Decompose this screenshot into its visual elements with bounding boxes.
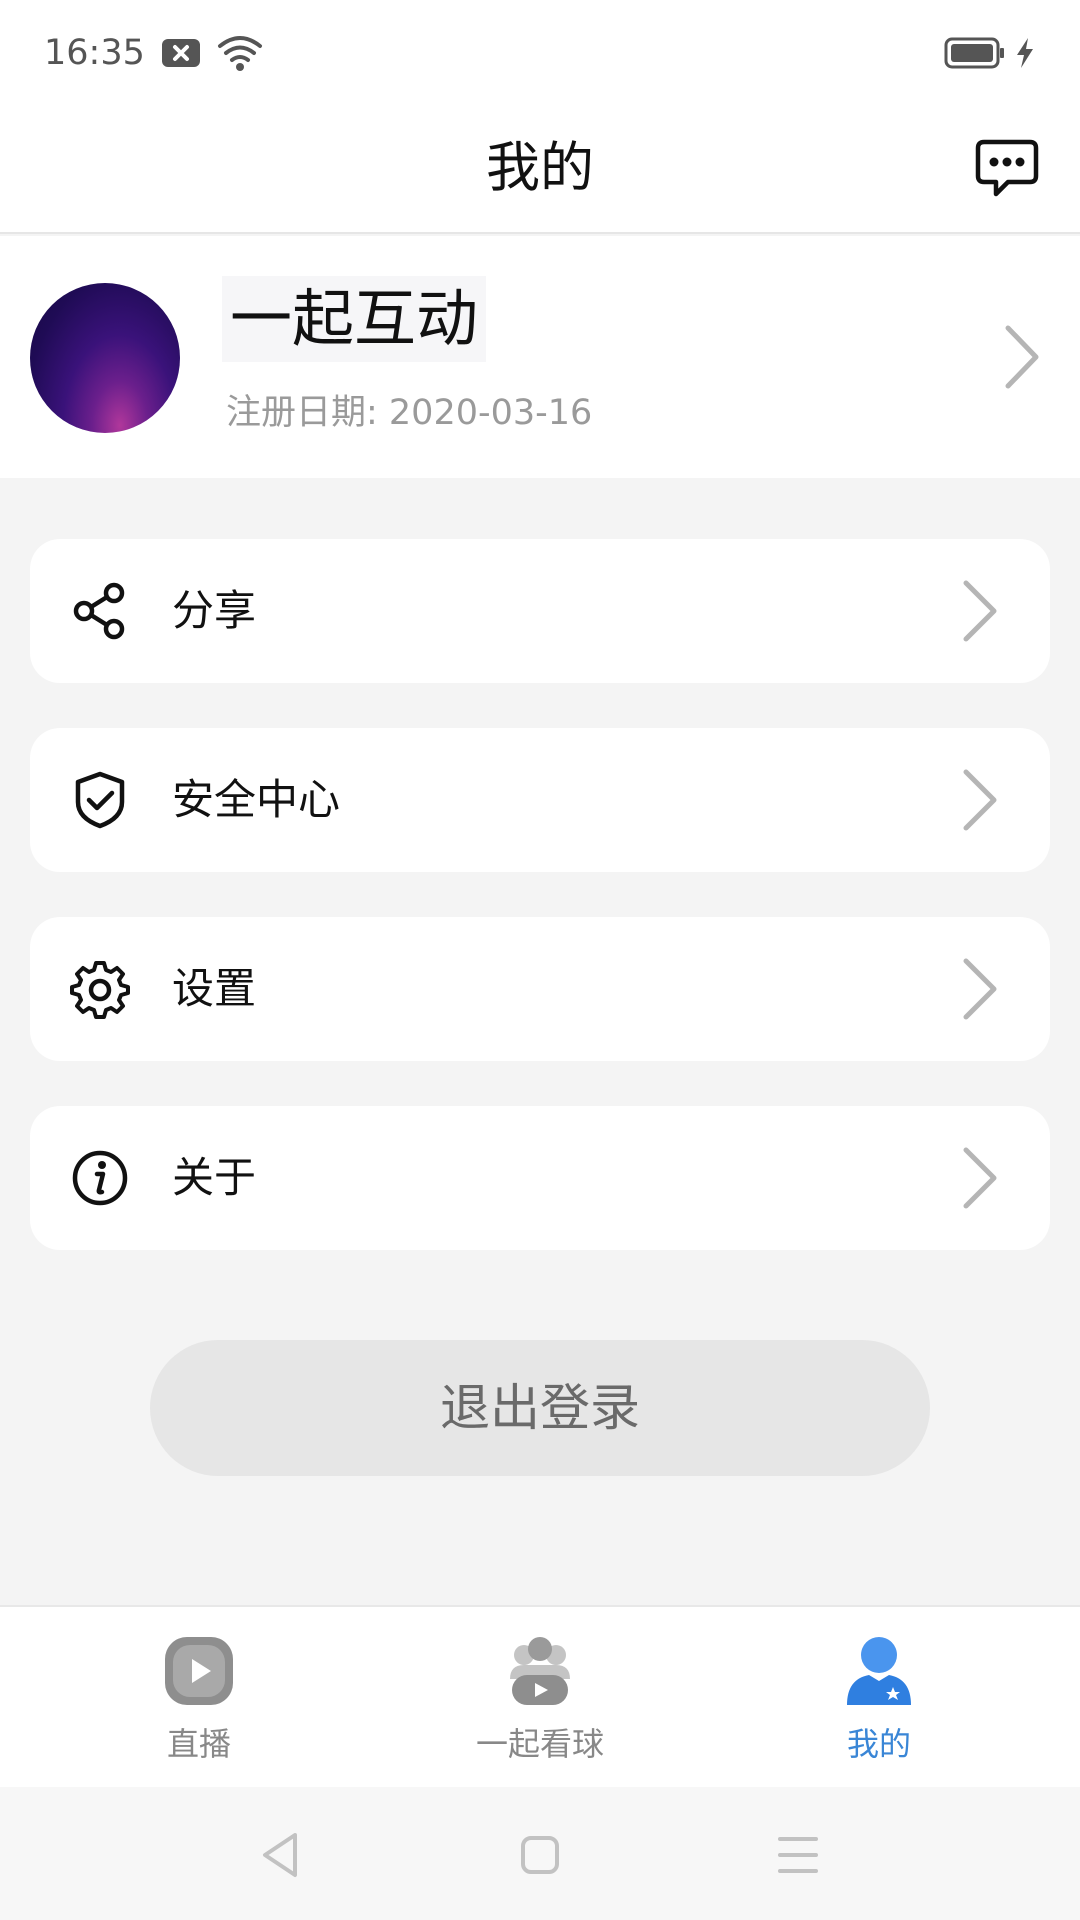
menu-icon[interactable] <box>768 1825 828 1885</box>
group-watch-icon <box>510 1637 570 1705</box>
menu-item-about[interactable]: 关于 <box>30 1106 1050 1250</box>
logout-button[interactable]: 退出登录 <box>150 1340 930 1476</box>
back-icon[interactable] <box>251 1825 311 1885</box>
menu-item-security[interactable]: 安全中心 <box>30 728 1050 872</box>
screen: 16:35 我的 一起互动 注册日期: 2020-03-16 分享 安全中心 设… <box>0 0 1080 1920</box>
message-icon[interactable] <box>974 134 1040 200</box>
nav-label: 我的 <box>846 1725 911 1763</box>
menu-item-label: 关于 <box>172 1153 257 1202</box>
share-icon <box>73 582 125 640</box>
info-icon <box>72 1150 128 1206</box>
charging-icon <box>1017 38 1033 68</box>
shield-icon <box>75 771 125 829</box>
menu-item-settings[interactable]: 设置 <box>30 917 1050 1061</box>
gear-icon <box>70 961 130 1019</box>
register-date: 注册日期: 2020-03-16 <box>226 393 593 433</box>
chevron-right-icon <box>963 1147 997 1209</box>
nav-item-mine[interactable]: 我的 <box>699 1607 1059 1789</box>
chevron-right-icon <box>963 769 997 831</box>
profile-card[interactable]: 一起互动 注册日期: 2020-03-16 <box>0 236 1080 478</box>
chevron-right-icon <box>1005 325 1039 389</box>
status-time: 16:35 <box>44 33 145 73</box>
menu-item-label: 设置 <box>172 964 257 1013</box>
page-title: 我的 <box>486 136 594 199</box>
play-icon <box>165 1637 233 1705</box>
menu-item-label: 安全中心 <box>172 775 341 824</box>
user-icon <box>847 1637 911 1705</box>
chevron-right-icon <box>963 580 997 642</box>
bottom-nav: 直播 一起看球 我的 <box>0 1605 1080 1787</box>
menu-item-label: 分享 <box>172 586 257 635</box>
notification-icon <box>161 39 200 67</box>
status-right <box>944 36 1036 70</box>
wifi-icon <box>217 36 262 71</box>
menu-item-share[interactable]: 分享 <box>30 539 1050 683</box>
home-icon[interactable] <box>510 1825 570 1885</box>
status-bar: 16:35 <box>0 0 1080 106</box>
header: 我的 <box>0 106 1080 234</box>
status-left: 16:35 <box>44 33 263 73</box>
profile-name: 一起互动 <box>222 276 487 362</box>
nav-item-live[interactable]: 直播 <box>19 1607 379 1789</box>
avatar[interactable] <box>30 283 180 433</box>
chevron-right-icon <box>963 958 997 1020</box>
nav-item-watch-together[interactable]: 一起看球 <box>360 1607 720 1789</box>
battery-icon <box>944 37 1004 69</box>
system-nav-bar <box>0 1787 1080 1920</box>
nav-label: 直播 <box>166 1725 231 1763</box>
nav-label: 一起看球 <box>475 1725 604 1763</box>
